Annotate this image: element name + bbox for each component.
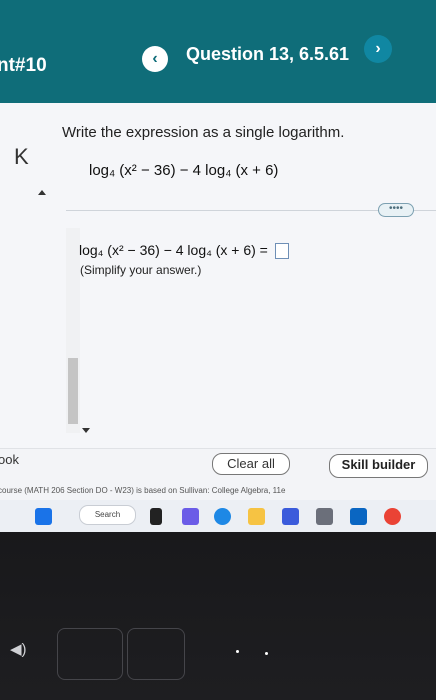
log-expression: log₄ (x² − 36) − 4 log₄ (x + 6) (89, 162, 279, 179)
skill-builder-button[interactable]: Skill builder (329, 454, 428, 478)
edge-icon[interactable] (214, 508, 231, 525)
volume-key-icon: ◀) (10, 641, 27, 658)
task-view-icon[interactable] (150, 508, 162, 525)
clear-all-button[interactable]: Clear all (212, 453, 290, 475)
answer-input[interactable] (274, 243, 289, 260)
scroll-down-icon[interactable] (82, 428, 90, 433)
answer-line: log₄ (x² − 36) − 4 log₄ (x + 6) = (79, 242, 289, 260)
assignment-label: nt#10 (0, 55, 47, 76)
indicator-light (236, 650, 239, 653)
app-icon[interactable] (316, 508, 333, 525)
logo-key-icon (127, 628, 185, 680)
screen: nt#10 ‹ Question 13, 6.5.61 › K Write th… (0, 0, 436, 532)
next-question-button[interactable]: › (364, 35, 392, 63)
question-prompt: Write the expression as a single logarit… (62, 124, 345, 141)
question-title: Question 13, 6.5.61 (186, 44, 350, 64)
file-explorer-icon[interactable] (248, 508, 265, 525)
previous-question-button[interactable]: ‹ (142, 46, 168, 72)
taskbar-search[interactable]: Search (79, 505, 136, 525)
book-link[interactable]: ook (0, 452, 19, 467)
chrome-icon[interactable] (384, 508, 401, 525)
scroll-up-icon[interactable] (38, 190, 46, 195)
windows-start-icon[interactable] (35, 508, 52, 525)
header-bar: nt#10 ‹ Question 13, 6.5.61 › (0, 0, 436, 103)
first-question-icon[interactable]: K (14, 144, 29, 170)
scrollbar-thumb[interactable] (68, 358, 78, 424)
word-icon[interactable] (350, 508, 367, 525)
answer-hint: (Simplify your answer.) (80, 263, 202, 277)
more-options-button[interactable]: •••• (378, 203, 414, 217)
first-icon-symbol: K (14, 144, 29, 169)
indicator-light (265, 652, 268, 655)
teams-icon[interactable] (182, 508, 199, 525)
touchpad-icon (57, 628, 123, 680)
store-icon[interactable] (282, 508, 299, 525)
answer-expression: log₄ (x² − 36) − 4 log₄ (x + 6) = (79, 242, 268, 258)
laptop-frame: nt#10 ‹ Question 13, 6.5.61 › K Write th… (0, 0, 436, 700)
course-info-text: course (MATH 206 Section DO - W23) is ba… (0, 486, 286, 495)
